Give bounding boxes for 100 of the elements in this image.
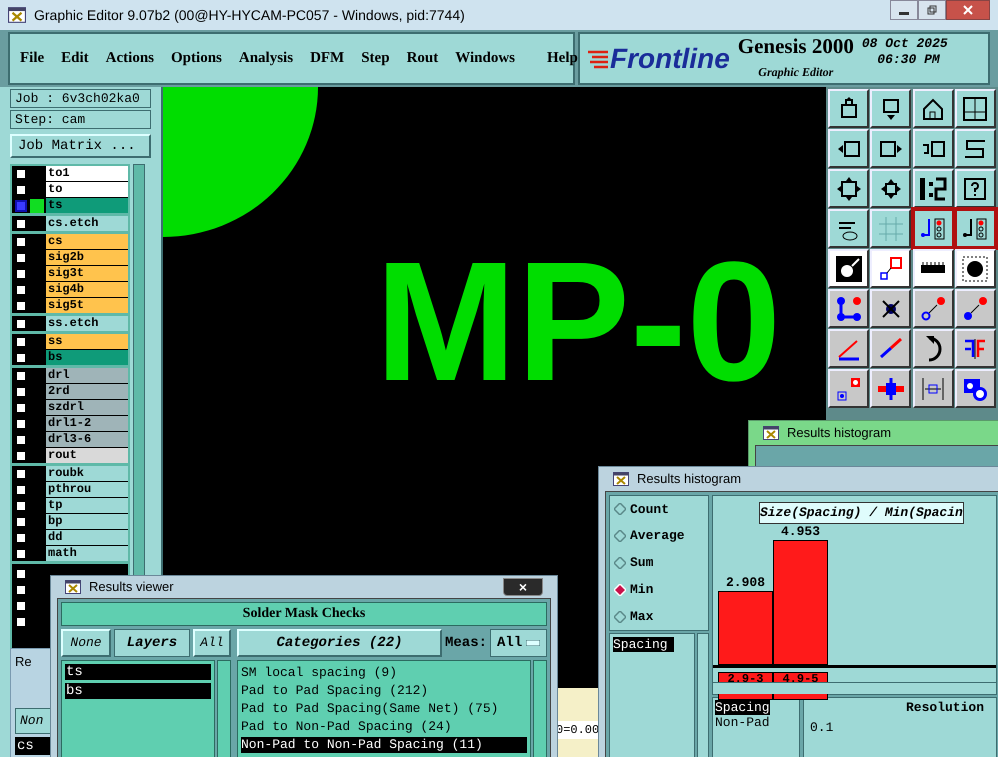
window-title: Re — [15, 653, 32, 672]
layer-checkbox[interactable] — [15, 600, 27, 612]
layer-name[interactable]: ss — [46, 334, 128, 349]
layer-checkbox[interactable] — [15, 418, 27, 430]
menu-item[interactable]: Edit — [61, 47, 89, 70]
layer-name[interactable]: tp — [46, 498, 128, 513]
chart-title: Size(Spacing) / Min(Spacin — [759, 502, 964, 524]
list-item[interactable]: Spacing — [613, 637, 674, 652]
menu-item[interactable]: Help — [547, 47, 578, 70]
layer-name[interactable]: ts — [46, 198, 128, 213]
layer-name[interactable]: drl — [46, 368, 128, 383]
list-item[interactable]: bs — [65, 683, 211, 699]
layer-name[interactable]: bp — [46, 514, 128, 529]
layer-checkbox[interactable] — [15, 548, 27, 560]
menu-item[interactable]: Step — [361, 47, 390, 70]
layer-name[interactable]: dd — [46, 530, 128, 545]
menu-item[interactable]: Rout — [406, 47, 438, 70]
layer-name[interactable]: cs — [46, 234, 128, 249]
layer-name[interactable]: drl3-6 — [46, 432, 128, 447]
list-item[interactable]: Pad to Pad Spacing (212) — [241, 683, 527, 699]
menu-item[interactable]: DFM — [310, 47, 344, 70]
mode-radio[interactable]: Min — [614, 580, 704, 600]
minimize-button[interactable] — [890, 0, 918, 20]
layer-checkbox[interactable] — [15, 386, 27, 398]
layer-name[interactable]: sig2b — [46, 250, 128, 265]
layer-name[interactable]: to — [46, 182, 128, 197]
close-icon — [963, 5, 973, 15]
layer-name[interactable]: 2rd — [46, 384, 128, 399]
toolbar-button[interactable] — [954, 209, 996, 248]
grid-frame-icon — [961, 94, 990, 122]
layer-name[interactable]: sig3t — [46, 266, 128, 281]
layer-checkbox[interactable] — [15, 484, 27, 496]
layer-checkbox[interactable] — [15, 370, 27, 382]
toolbar-button[interactable] — [912, 209, 954, 248]
list-item[interactable]: SM local spacing (9) — [241, 665, 527, 681]
app-icon — [763, 426, 779, 440]
list-item[interactable]: Spacing — [715, 700, 770, 715]
layer-name[interactable]: sig4b — [46, 282, 128, 297]
menu-item[interactable]: Actions — [106, 47, 154, 70]
job-matrix-button[interactable]: Job Matrix ... — [10, 134, 151, 158]
layer-checkbox[interactable] — [15, 218, 27, 230]
menu-item[interactable]: Options — [171, 47, 222, 70]
none-button[interactable]: None — [61, 629, 111, 657]
layer-checkbox[interactable] — [15, 318, 27, 330]
layer-checkbox[interactable] — [15, 352, 27, 364]
list-item[interactable]: Non-Pad — [715, 715, 770, 730]
layer-checkbox[interactable] — [15, 500, 27, 512]
close-button[interactable]: × — [503, 578, 543, 596]
layer-name[interactable]: to1 — [46, 166, 128, 181]
layer-name[interactable]: roubk — [46, 466, 128, 481]
layer-checkbox[interactable] — [15, 616, 27, 628]
layer-name[interactable]: math — [46, 546, 128, 561]
layer-checkbox[interactable] — [15, 268, 27, 280]
layer-checkbox[interactable] — [15, 168, 27, 180]
layer-checkbox[interactable] — [15, 584, 27, 596]
expand-box-icon — [834, 174, 862, 202]
layer-checkbox[interactable] — [15, 300, 27, 312]
layer-checkbox[interactable] — [15, 450, 27, 462]
layer-checkbox[interactable] — [15, 434, 27, 446]
layer-checkbox[interactable] — [15, 402, 27, 414]
categories-button[interactable]: Categories (22) — [237, 629, 442, 657]
layer-checkbox[interactable] — [15, 516, 27, 528]
copper-text: MP-0 — [375, 237, 782, 407]
date-text: 08 Oct 2025 — [862, 36, 948, 52]
layers-button[interactable]: Layers — [114, 629, 190, 657]
layer-checkbox[interactable] — [15, 236, 27, 248]
list-item[interactable]: ts — [65, 664, 211, 680]
speed-lines-icon — [588, 48, 610, 68]
layer-checkbox[interactable] — [15, 468, 27, 480]
layer-name[interactable]: szdrl — [46, 400, 128, 415]
close-button[interactable] — [946, 0, 990, 20]
layer-checkbox[interactable] — [15, 568, 27, 580]
mode-radio[interactable]: Max — [614, 606, 704, 626]
all-button[interactable]: All — [193, 629, 231, 657]
layer-checkbox[interactable] — [15, 284, 27, 296]
minimize-icon — [899, 12, 909, 15]
restore-button[interactable] — [918, 0, 946, 20]
rotate-icon — [924, 334, 942, 362]
layer-name[interactable]: rout — [46, 448, 128, 463]
layer-checkbox[interactable] — [15, 532, 27, 544]
layer-name[interactable]: bs — [46, 350, 128, 365]
layer-checkbox[interactable] — [15, 184, 27, 196]
layer-checkbox[interactable] — [15, 336, 27, 348]
mode-radio[interactable]: Count — [614, 500, 704, 520]
layer-checkbox[interactable] — [15, 200, 27, 212]
layer-name[interactable]: cs.etch — [46, 216, 128, 231]
mode-radio[interactable]: Sum — [614, 553, 704, 573]
mode-radio[interactable]: Average — [614, 526, 704, 546]
layer-name[interactable]: drl1-2 — [46, 416, 128, 431]
layer-name[interactable]: sig5t — [46, 298, 128, 313]
list-item[interactable]: Pad to Non-Pad Spacing (24) — [241, 719, 527, 735]
layer-name[interactable]: pthrou — [46, 482, 128, 497]
menu-item[interactable]: Analysis — [238, 47, 294, 70]
list-item[interactable]: Non-Pad to Non-Pad Spacing (11) — [241, 737, 527, 753]
layer-checkbox[interactable] — [15, 252, 27, 264]
meas-dropdown[interactable]: All — [490, 629, 547, 657]
menu-item[interactable]: Windows — [455, 47, 515, 70]
layer-name[interactable]: ss.etch — [46, 316, 128, 331]
menu-item[interactable]: File — [20, 47, 44, 70]
list-item[interactable]: Pad to Pad Spacing(Same Net) (75) — [241, 701, 527, 717]
